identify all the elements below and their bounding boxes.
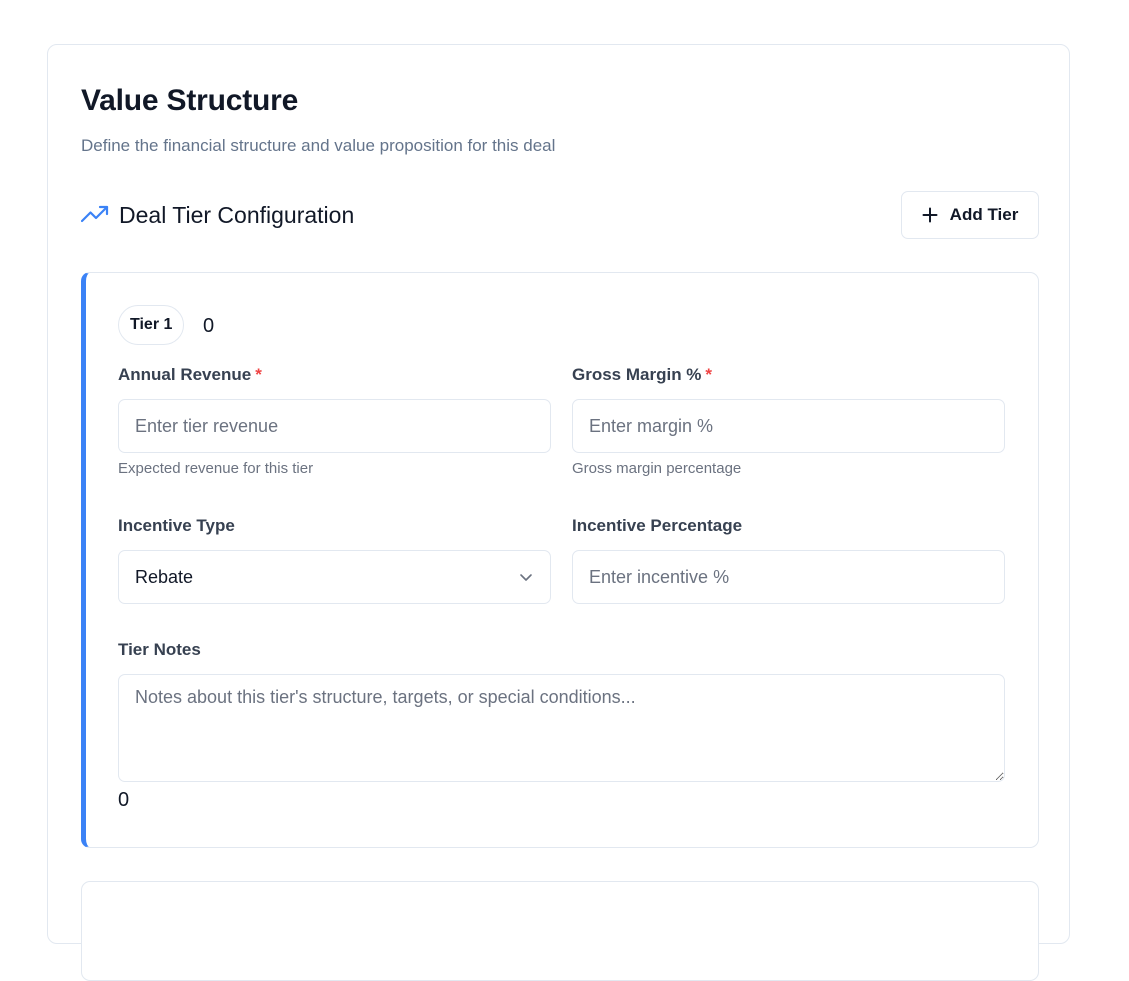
next-tier-card bbox=[81, 881, 1039, 981]
annual-revenue-help: Expected revenue for this tier bbox=[118, 460, 314, 477]
annual-revenue-label: Annual Revenue * bbox=[118, 365, 262, 385]
annual-revenue-label-text: Annual Revenue bbox=[118, 365, 252, 384]
gross-margin-input[interactable] bbox=[572, 399, 1005, 453]
incentive-percentage-label: Incentive Percentage bbox=[572, 516, 743, 535]
add-tier-label: Add Tier bbox=[949, 205, 1019, 224]
gross-margin-help: Gross margin percentage bbox=[572, 460, 742, 477]
required-marker: * bbox=[255, 365, 262, 384]
incentive-percentage-input[interactable] bbox=[572, 550, 1005, 604]
tier-card: Tier 1 0 Annual Revenue* Expected revenu… bbox=[81, 272, 1039, 848]
required-marker: * bbox=[705, 365, 713, 384]
tier-notes-footer-value: 0 bbox=[118, 789, 130, 811]
tier-badge: Tier 1 bbox=[118, 305, 185, 345]
trending-up-icon bbox=[81, 205, 109, 223]
incentive-type-label: Incentive Type bbox=[118, 516, 235, 535]
page-title: Value Structure bbox=[81, 84, 299, 117]
deal-tier-section-header: Deal Tier Configuration Add Tier bbox=[81, 191, 1039, 239]
tier-notes-textarea[interactable] bbox=[118, 674, 1005, 782]
gross-margin-label: Gross Margin % * bbox=[572, 365, 712, 385]
tier-notes-label: Tier Notes bbox=[118, 640, 201, 659]
incentive-type-value: Rebate bbox=[135, 566, 194, 587]
gross-margin-label-text: Gross Margin % bbox=[572, 365, 702, 384]
annual-revenue-input[interactable] bbox=[118, 399, 551, 453]
add-tier-button[interactable]: Add Tier bbox=[901, 191, 1039, 239]
incentive-type-select[interactable]: Rebate bbox=[118, 550, 551, 604]
chevron-down-icon bbox=[520, 574, 532, 581]
page-subtitle: Define the financial structure and value… bbox=[81, 136, 556, 155]
plus-icon bbox=[922, 207, 938, 223]
tier-header-value: 0 bbox=[203, 315, 215, 337]
value-structure-card: Value Structure Define the financial str… bbox=[47, 44, 1070, 981]
section-title: Deal Tier Configuration bbox=[119, 202, 355, 228]
